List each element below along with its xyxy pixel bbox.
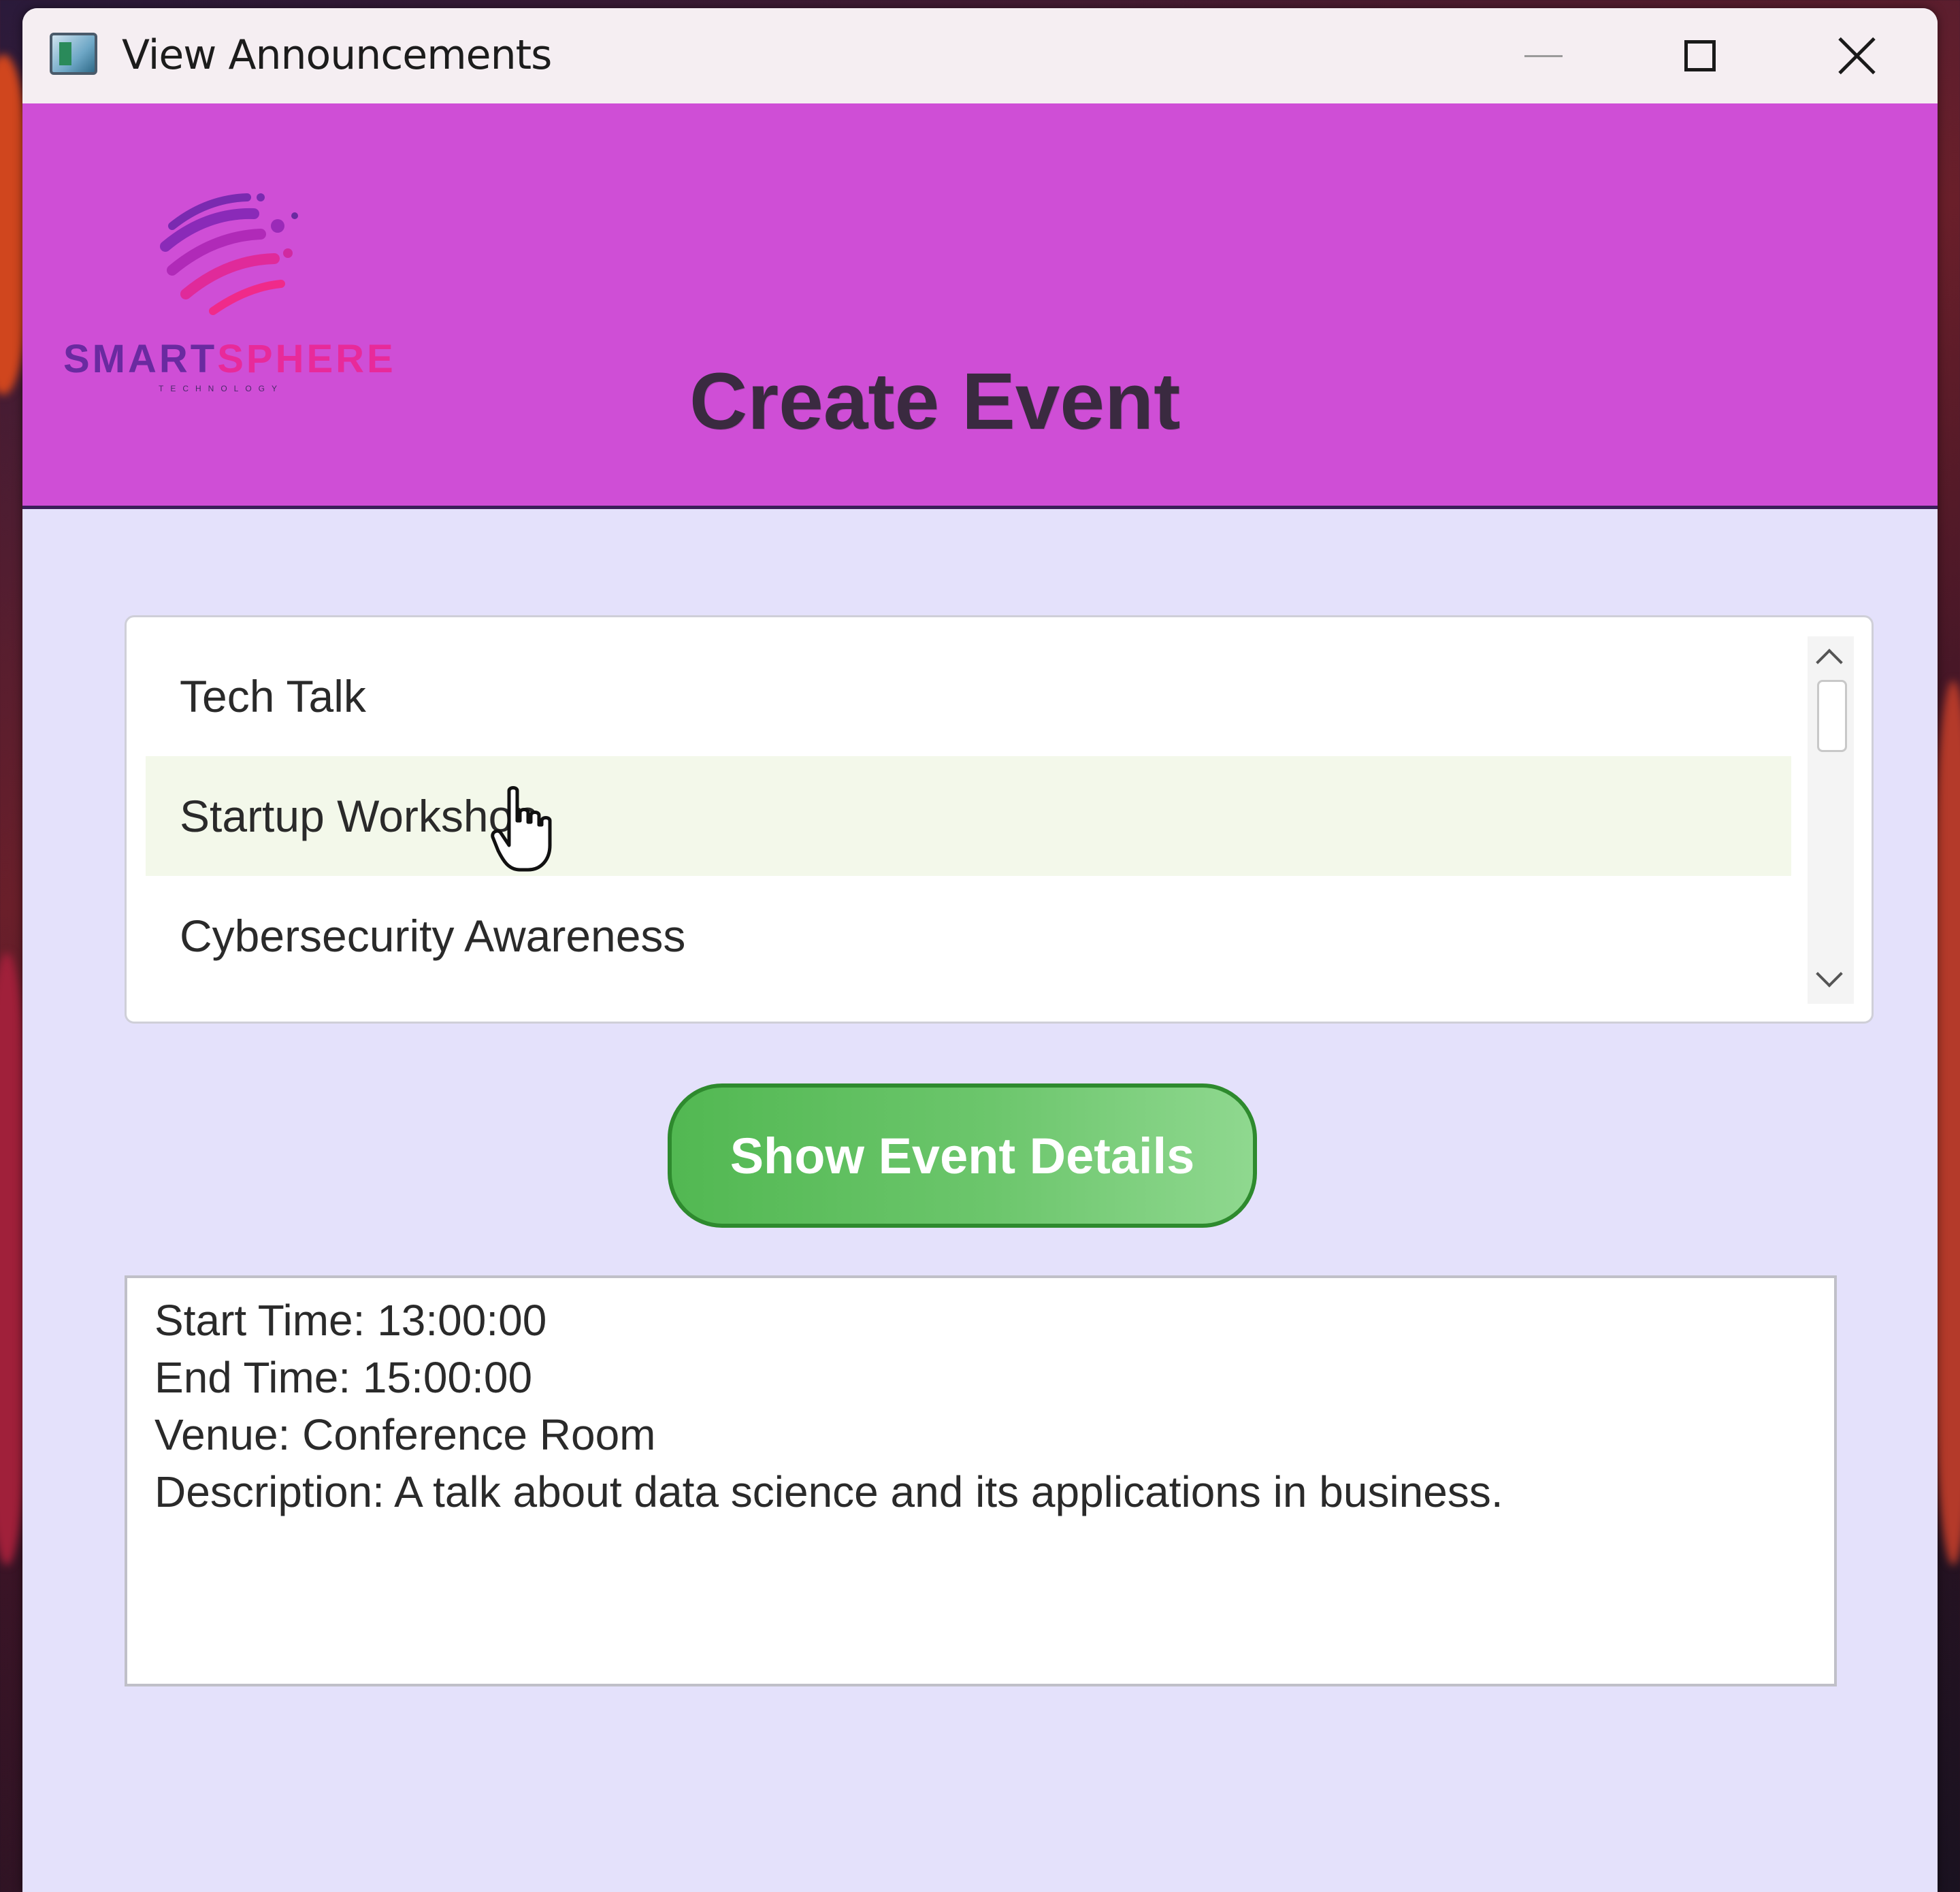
scroll-down-icon[interactable] [1816, 960, 1843, 988]
details-description: Description: A talk about data science a… [154, 1467, 1503, 1516]
event-list-rows: Tech Talk Startup Workshop Cybersecurity… [146, 636, 1791, 996]
list-item-tech-talk[interactable]: Tech Talk [146, 636, 1791, 756]
close-icon [1836, 35, 1877, 76]
minimize-button[interactable] [1465, 8, 1622, 103]
hand-pointer-icon [491, 786, 552, 872]
page-title: Create Event [689, 357, 1181, 446]
close-button[interactable] [1778, 8, 1935, 103]
window-title: View Announcements [122, 31, 552, 79]
event-details-textarea[interactable]: Start Time: 13:00:00 End Time: 15:00:00 … [125, 1275, 1837, 1686]
details-end-time: End Time: 15:00:00 [154, 1353, 533, 1402]
list-scrollbar[interactable] [1808, 636, 1854, 1004]
maximize-icon [1684, 40, 1716, 71]
app-window: View Announcements SMARTSPHERE TECHNOLOG… [22, 8, 1938, 1892]
logo-tagline: TECHNOLOGY [159, 384, 284, 393]
title-bar[interactable]: View Announcements [22, 8, 1938, 103]
logo-wordmark: SMARTSPHERE [63, 337, 396, 381]
show-event-details-button[interactable]: Show Event Details [668, 1083, 1257, 1228]
details-venue: Venue: Conference Room [154, 1410, 656, 1459]
minimize-icon [1524, 54, 1563, 57]
list-item-cybersecurity-awareness[interactable]: Cybersecurity Awareness [146, 876, 1791, 996]
scroll-up-icon[interactable] [1816, 649, 1843, 676]
event-list[interactable]: Tech Talk Startup Workshop Cybersecurity… [125, 615, 1874, 1024]
header-banner: SMARTSPHERE TECHNOLOGY Create Event [22, 103, 1938, 509]
company-logo: SMARTSPHERE TECHNOLOGY [63, 185, 417, 410]
logo-sphere-icon [160, 193, 298, 315]
list-item-startup-workshop[interactable]: Startup Workshop [146, 756, 1791, 876]
details-start-time: Start Time: 13:00:00 [154, 1296, 547, 1345]
scrollbar-thumb[interactable] [1817, 680, 1847, 752]
maximize-button[interactable] [1622, 8, 1778, 103]
app-window-icon [50, 33, 97, 75]
